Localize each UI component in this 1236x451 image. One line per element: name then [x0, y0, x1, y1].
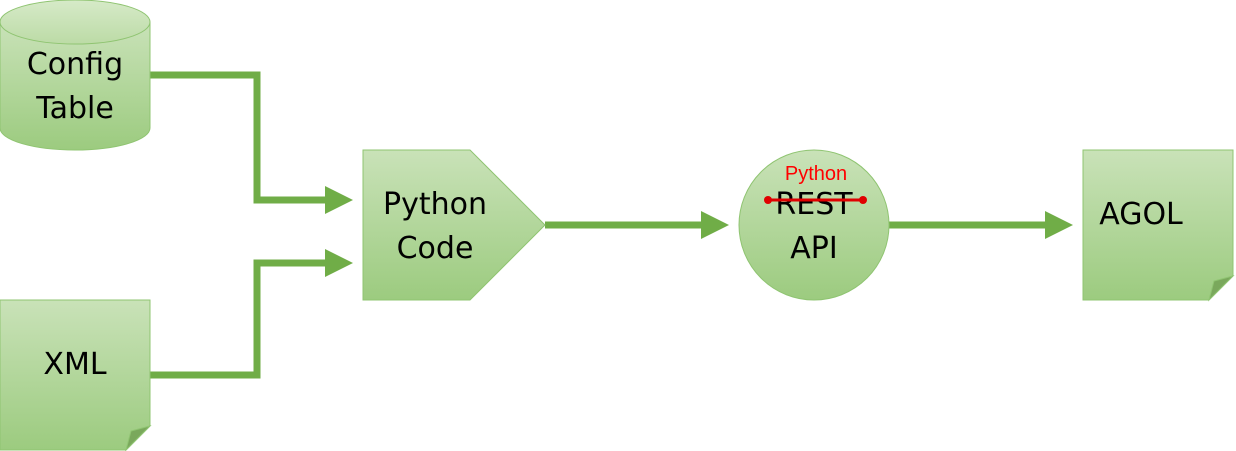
- connector-config-to-python: [150, 71, 353, 214]
- agol-label: AGOL: [1099, 197, 1183, 232]
- rest-api-label-line1: REST: [775, 187, 853, 222]
- xml-document: XML: [0, 299, 152, 451]
- agol-document: AGOL: [1082, 149, 1235, 302]
- xml-label: XML: [43, 347, 106, 382]
- config-table-label-line1: Config: [27, 47, 123, 82]
- rest-api-annotation: Python: [785, 163, 847, 185]
- rest-api-node: REST API Python: [738, 149, 890, 301]
- strike-start-handle: [764, 196, 772, 204]
- python-code-block: Python Code: [362, 149, 546, 301]
- python-code-label-line2: Code: [397, 231, 474, 266]
- config-table-label-line2: Table: [35, 91, 114, 126]
- rest-api-label-line2: API: [790, 231, 837, 266]
- config-table-database: Config Table: [0, 0, 151, 151]
- connector-xml-to-python: [150, 249, 353, 379]
- data-flow-diagram: Config Table XML Python Code REST API Py…: [0, 0, 1235, 451]
- strike-end-handle: [859, 196, 867, 204]
- connectors: [150, 71, 1073, 379]
- python-code-label-line1: Python: [383, 187, 487, 222]
